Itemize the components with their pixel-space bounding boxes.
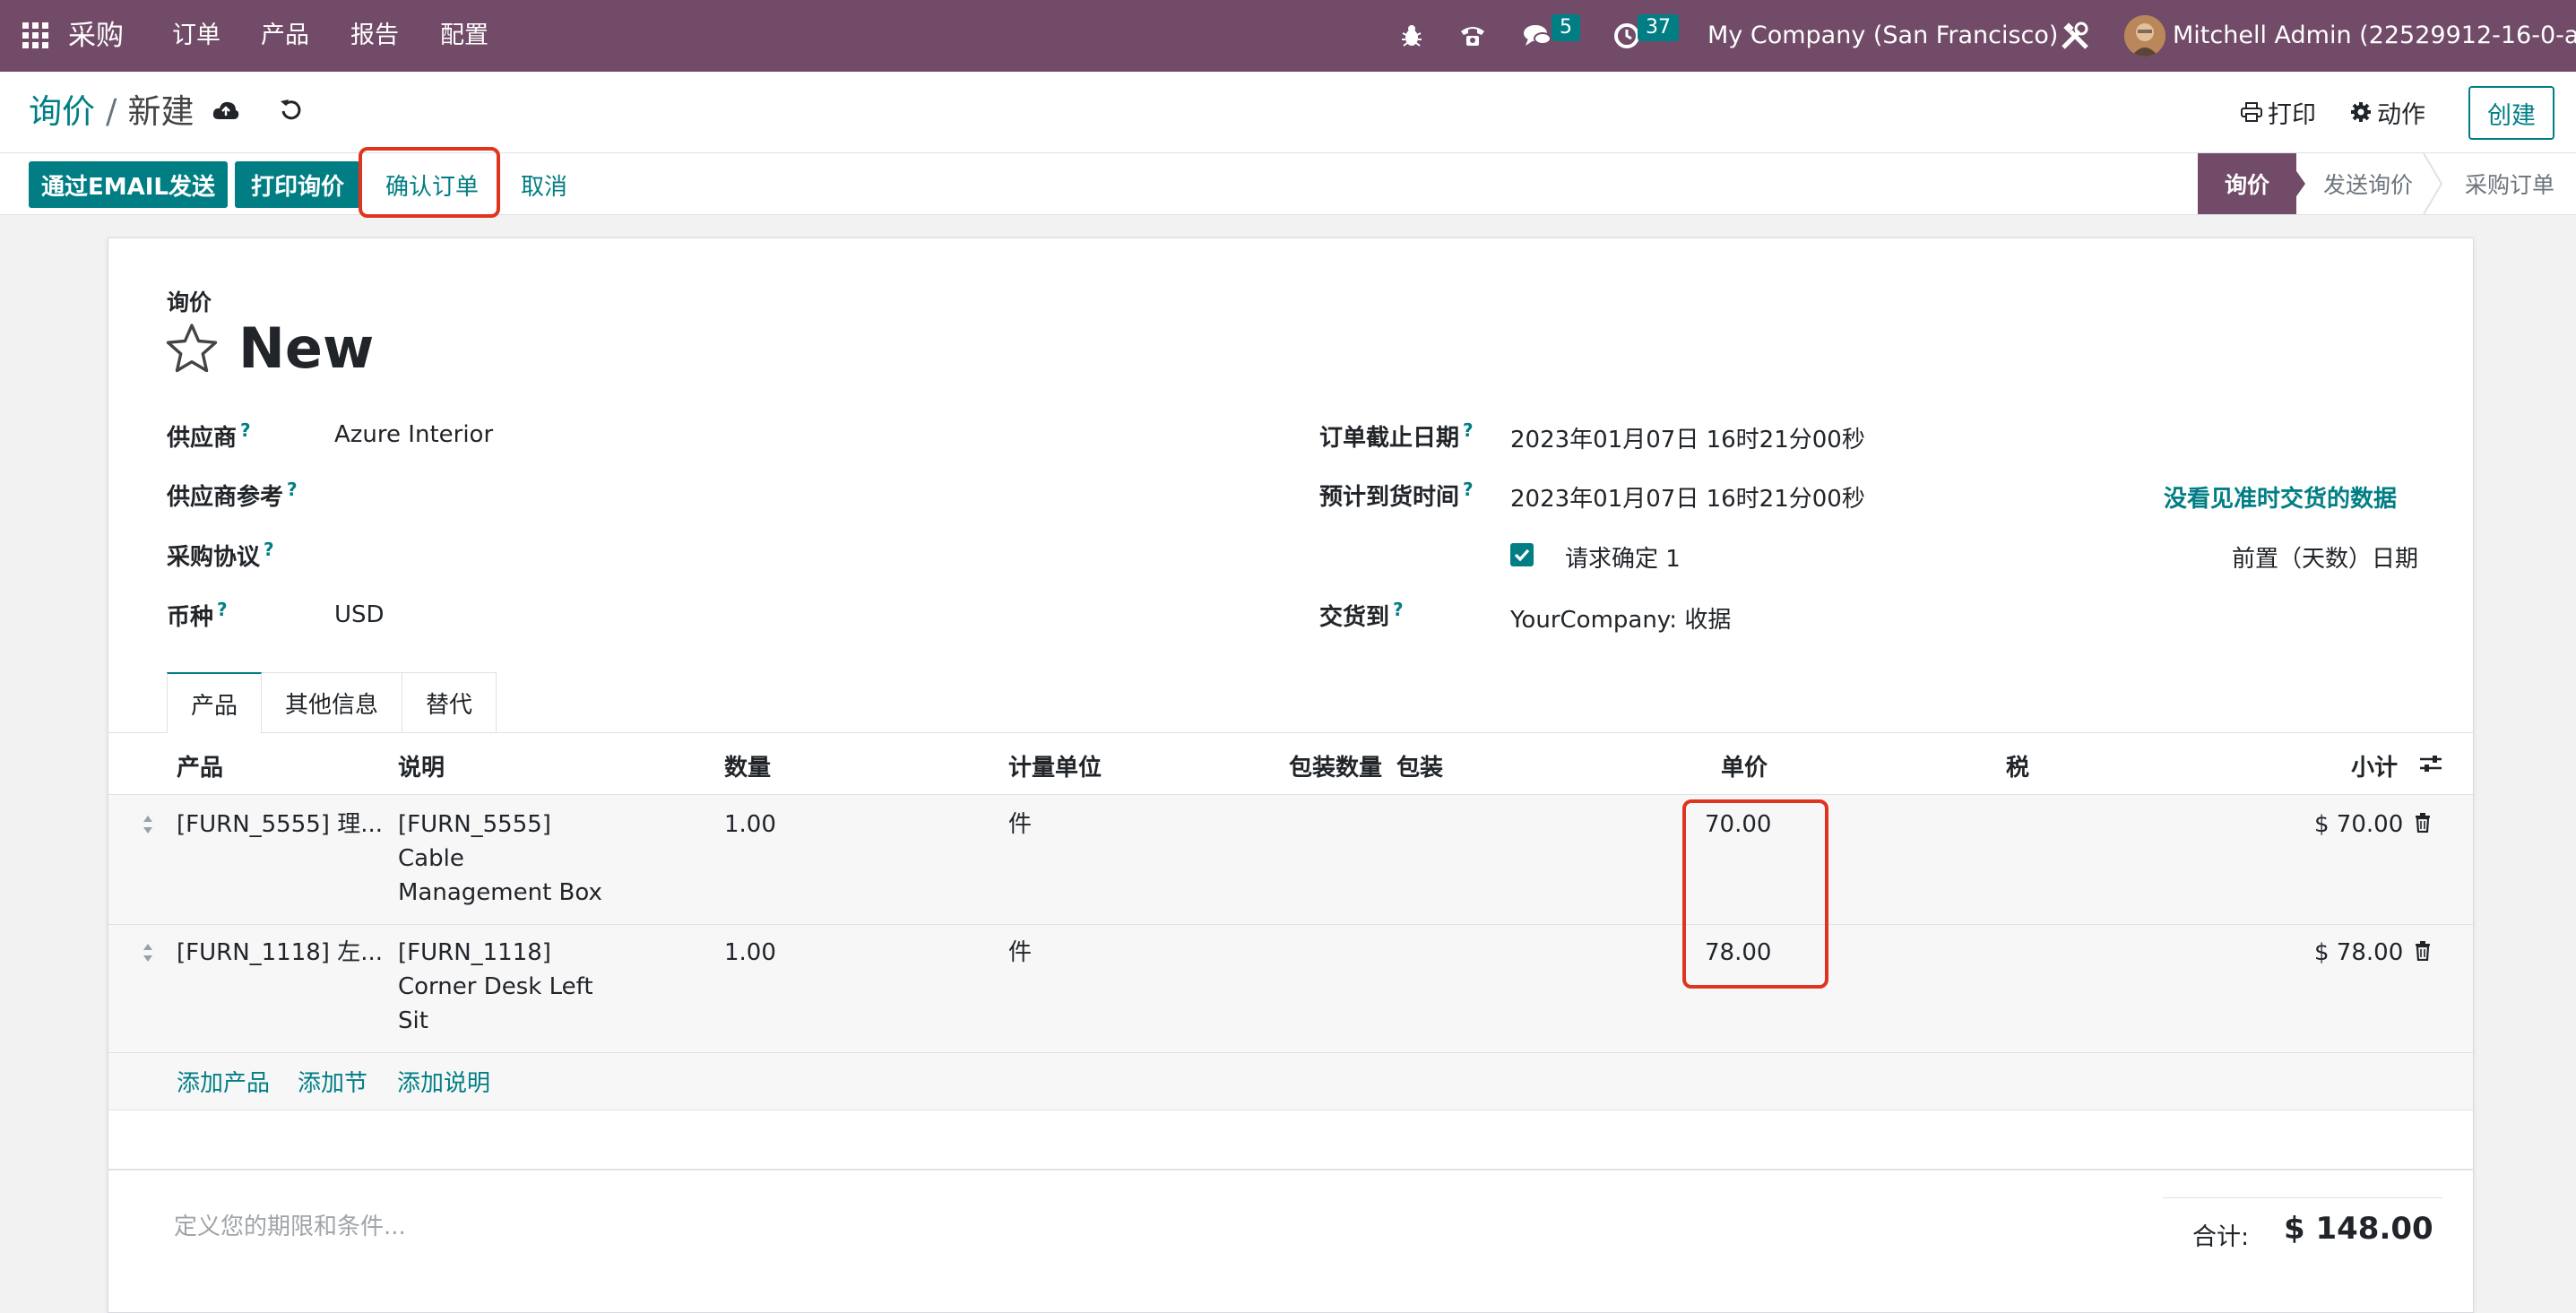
action-button[interactable]: 动作: [2350, 95, 2425, 129]
row1-subtotal: $ 70.00: [2314, 811, 2404, 838]
breadcrumb: 询价 / 新建: [29, 90, 194, 134]
deadline-field[interactable]: 2023年01月07日 16时21分00秒: [1510, 421, 1865, 454]
gear-icon: [2351, 102, 2371, 122]
confirm-highlight-box: [359, 147, 500, 218]
row2-product[interactable]: [FURN_1118] 左...: [177, 936, 383, 970]
col-taxes[interactable]: 税: [2006, 749, 2029, 782]
add-note-link[interactable]: 添加说明: [397, 1065, 490, 1098]
row2-subtotal: $ 78.00: [2314, 939, 2404, 966]
record-name[interactable]: New: [238, 316, 374, 381]
optional-columns-icon[interactable]: [2418, 753, 2445, 776]
col-unit-price[interactable]: 单价: [1721, 749, 1768, 782]
messages-badge: 5: [1552, 14, 1580, 41]
menu-reports[interactable]: 报告: [350, 0, 399, 72]
col-package[interactable]: 包装: [1396, 749, 1443, 782]
footer-divider: [108, 1169, 2473, 1170]
vendor-ref-label: 供应商参考?: [167, 479, 298, 511]
deliver-to-label: 交货到?: [1319, 599, 1404, 631]
agreement-field[interactable]: [334, 539, 782, 569]
total-separator: [2163, 1197, 2442, 1198]
notebook-tabs: 产品 其他信息 替代: [167, 672, 497, 733]
status-purchase-order[interactable]: 采购订单: [2454, 153, 2565, 214]
status-rfq-sent[interactable]: 发送询价: [2312, 153, 2424, 214]
form-subtitle: 询价: [167, 289, 212, 315]
tab-products[interactable]: 产品: [167, 672, 263, 733]
check-icon: [1514, 549, 1530, 562]
row1-product[interactable]: [FURN_5555] 理...: [177, 808, 383, 842]
total-amount: $ 148.00: [2284, 1211, 2433, 1247]
add-section-link[interactable]: 添加节: [298, 1065, 367, 1098]
currency-label: 币种?: [167, 599, 228, 631]
trash-icon[interactable]: [2415, 941, 2433, 963]
row1-description[interactable]: [FURN_5555] Cable Management Box: [398, 808, 622, 910]
printer-icon: [2241, 102, 2262, 122]
print-rfq-button[interactable]: 打印询价: [235, 161, 360, 208]
breadcrumb-current: 新建: [127, 92, 194, 131]
breadcrumb-parent[interactable]: 询价: [29, 92, 95, 131]
action-label: 动作: [2377, 100, 2425, 129]
favorite-star-icon[interactable]: [165, 323, 219, 375]
print-label: 打印: [2268, 100, 2316, 129]
arrival-label: 预计到货时间?: [1319, 479, 1474, 511]
arrival-field[interactable]: 2023年01月07日 16时21分00秒: [1510, 480, 1865, 514]
drag-handle-icon[interactable]: [142, 942, 156, 963]
discard-undo-icon[interactable]: [280, 98, 305, 123]
confirm-checkbox[interactable]: [1510, 543, 1534, 566]
debug-bug-icon[interactable]: [1398, 0, 1425, 72]
apps-grid-icon[interactable]: [20, 0, 52, 72]
col-description[interactable]: 说明: [398, 749, 445, 782]
vendor-field[interactable]: Azure Interior: [334, 421, 493, 448]
phone-icon[interactable]: [1457, 0, 1489, 72]
row2-description[interactable]: [FURN_1118] Corner Desk Left Sit: [398, 936, 622, 1038]
user-avatar[interactable]: [2124, 15, 2165, 56]
trash-icon[interactable]: [2415, 813, 2433, 834]
col-subtotal[interactable]: 小计: [2351, 749, 2398, 782]
vendor-label: 供应商?: [167, 419, 251, 452]
messages-icon[interactable]: [1521, 0, 1553, 72]
col-uom[interactable]: 计量单位: [1008, 749, 1102, 782]
menu-orders[interactable]: 订单: [172, 0, 220, 72]
breadcrumb-separator: /: [106, 92, 117, 131]
vendor-ref-field[interactable]: [334, 479, 782, 509]
company-switcher[interactable]: My Company (San Francisco): [1707, 0, 2058, 72]
app-name[interactable]: 采购: [68, 0, 124, 72]
row1-quantity[interactable]: 1.00: [724, 808, 776, 842]
agreement-label: 采购协议?: [167, 539, 274, 571]
price-highlight-box: [1682, 799, 1828, 989]
top-navbar: 采购 订单 产品 报告 配置 5 37 My Company (San Fran…: [0, 0, 2576, 72]
menu-config[interactable]: 配置: [440, 0, 488, 72]
col-package-qty[interactable]: 包装数量: [1289, 749, 1382, 782]
tools-icon[interactable]: [2058, 0, 2092, 72]
tab-divider: [108, 732, 2474, 733]
cancel-button[interactable]: 取消: [511, 161, 577, 208]
print-button[interactable]: 打印: [2241, 95, 2316, 129]
total-label: 合计:: [2192, 1223, 2250, 1251]
user-menu[interactable]: Mitchell Admin (22529912-16-0-all): [2173, 0, 2576, 72]
menu-products[interactable]: 产品: [261, 0, 309, 72]
ontime-data-link[interactable]: 没看见准时交货的数据: [2164, 480, 2397, 514]
row1-uom[interactable]: 件: [1008, 808, 1032, 842]
save-cloud-icon[interactable]: [212, 99, 239, 123]
tab-alternatives[interactable]: 替代: [402, 672, 497, 733]
terms-input[interactable]: 定义您的期限和条件...: [174, 1208, 406, 1241]
col-quantity[interactable]: 数量: [724, 749, 771, 782]
currency-field[interactable]: USD: [334, 601, 385, 628]
deliver-to-field[interactable]: YourCompany: 收据: [1510, 601, 1731, 635]
confirm-text: 请求确定 1: [1565, 546, 1681, 573]
col-product[interactable]: 产品: [177, 749, 223, 782]
lead-days-text: 前置（天数）日期: [2232, 546, 2419, 573]
send-email-button[interactable]: 通过EMAIL发送: [29, 161, 228, 208]
tab-other-info[interactable]: 其他信息: [261, 672, 403, 733]
status-rfq[interactable]: 询价: [2198, 153, 2296, 214]
add-product-link[interactable]: 添加产品: [177, 1065, 270, 1098]
drag-handle-icon[interactable]: [142, 814, 156, 835]
activities-badge: 37: [1638, 14, 1679, 41]
row2-quantity[interactable]: 1.00: [724, 936, 776, 970]
create-button[interactable]: 创建: [2468, 86, 2554, 140]
deadline-label: 订单截止日期?: [1319, 419, 1474, 452]
row2-uom[interactable]: 件: [1008, 936, 1032, 970]
